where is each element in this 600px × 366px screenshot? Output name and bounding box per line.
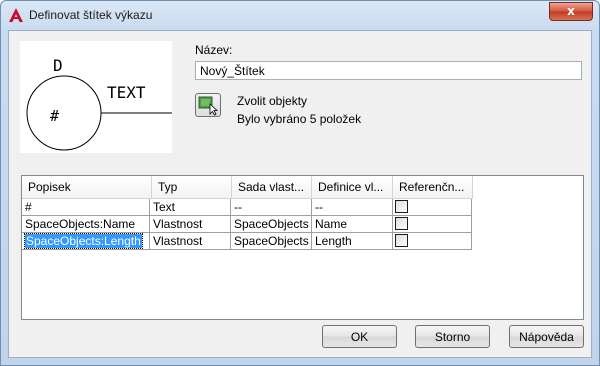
select-objects-label: Zvolit objekty xyxy=(237,94,308,108)
cell-property-set[interactable]: SpaceObjects xyxy=(231,216,312,233)
select-objects-button[interactable] xyxy=(195,93,221,117)
ok-button[interactable]: OK xyxy=(322,325,397,348)
preview-text-text: TEXT xyxy=(107,83,146,102)
window-title: Definovat štítek výkazu xyxy=(29,8,153,22)
cell-type[interactable]: Text xyxy=(150,199,231,216)
dialog-body: D TEXT # Název: Zvolit objekty Bylo vybr… xyxy=(8,30,592,358)
cell-reference xyxy=(393,233,472,250)
table-row-selected[interactable]: SpaceObjects:Length xyxy=(22,233,150,250)
cell-type[interactable]: Vlastnost xyxy=(150,216,231,233)
cell-label: SpaceObjects:Length xyxy=(24,233,143,249)
reference-checkbox[interactable] xyxy=(395,234,408,247)
selection-status: Bylo vybráno 5 položek xyxy=(237,112,362,126)
table-row[interactable]: SpaceObjects:Name xyxy=(22,216,150,233)
cell-property-definition[interactable]: -- xyxy=(312,199,393,216)
reference-checkbox[interactable] xyxy=(395,200,408,213)
close-button[interactable]: x xyxy=(549,2,593,21)
column-header-type[interactable]: Typ xyxy=(152,176,232,199)
help-button[interactable]: Nápověda xyxy=(509,325,584,348)
column-header-property-definition[interactable]: Definice vl... xyxy=(312,176,393,199)
tag-preview: D TEXT # xyxy=(20,41,172,153)
cell-reference xyxy=(393,216,472,233)
autocad-a-icon xyxy=(9,8,23,22)
cell-label: # xyxy=(25,200,32,214)
column-header-reference[interactable]: Referenčn... xyxy=(393,176,473,199)
cell-label: SpaceObjects:Name xyxy=(25,217,136,231)
column-header-property-set[interactable]: Sada vlast... xyxy=(232,176,312,199)
cell-reference xyxy=(393,199,472,216)
name-label: Název: xyxy=(195,43,233,57)
preview-text-hash: # xyxy=(50,107,59,125)
preview-text-d: D xyxy=(53,56,63,75)
cell-type[interactable]: Vlastnost xyxy=(150,233,231,250)
cell-property-definition[interactable]: Length xyxy=(312,233,393,250)
reference-checkbox[interactable] xyxy=(395,217,408,230)
cell-property-set[interactable]: -- xyxy=(231,199,312,216)
title-bar[interactable]: Definovat štítek výkazu x xyxy=(1,1,599,29)
name-input[interactable] xyxy=(195,61,582,80)
table-row[interactable]: # xyxy=(22,199,150,216)
tag-preview-drawing: D TEXT # xyxy=(26,56,172,151)
column-header-label[interactable]: Popisek xyxy=(22,176,152,199)
select-objects-icon xyxy=(198,96,219,116)
cancel-button[interactable]: Storno xyxy=(415,325,490,348)
close-icon: x xyxy=(567,4,575,18)
properties-table[interactable]: Popisek Typ Sada vlast... Definice vl...… xyxy=(21,175,584,320)
cell-property-definition[interactable]: Name xyxy=(312,216,393,233)
dialog-window: Definovat štítek výkazu x D TEXT # Název… xyxy=(0,0,600,366)
cell-property-set[interactable]: SpaceObjects xyxy=(231,233,312,250)
